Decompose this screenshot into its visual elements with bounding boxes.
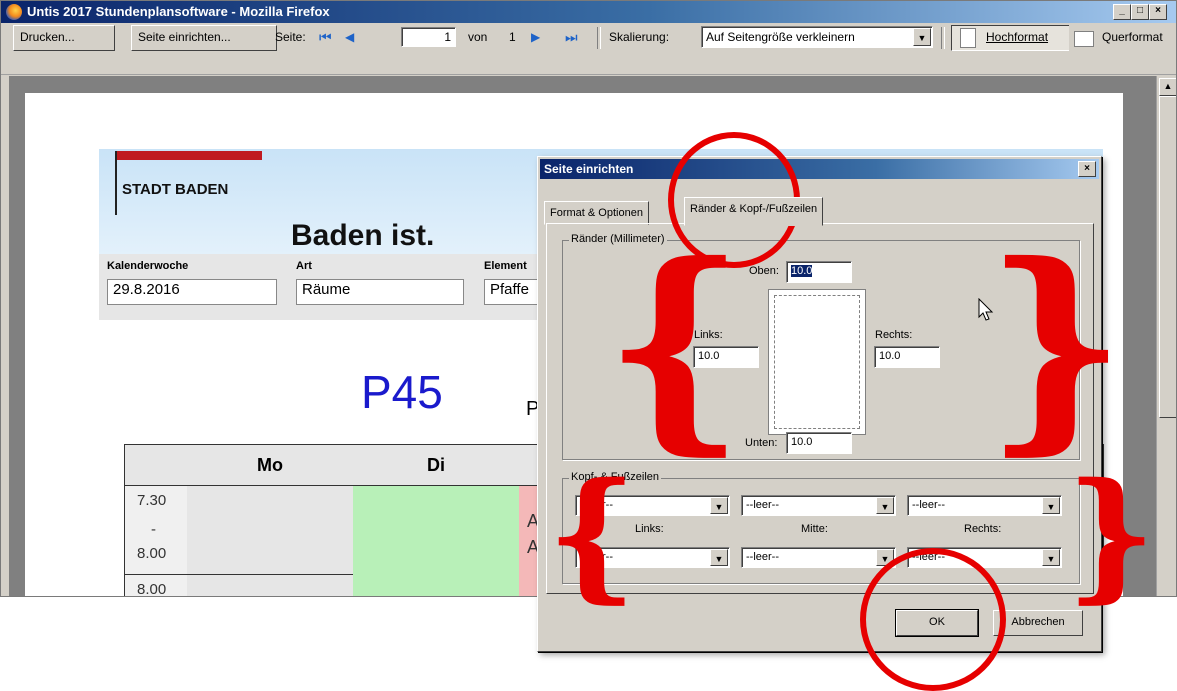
- header-center-select[interactable]: --leer-- ▼: [741, 495, 896, 516]
- scroll-thumb[interactable]: [1159, 96, 1176, 418]
- tab-margins-headers[interactable]: Ränder & Kopf-/Fußzeilen: [684, 197, 824, 226]
- type-label: Art: [296, 260, 312, 272]
- dialog-title: Seite einrichten: [544, 162, 634, 176]
- firefox-icon: [6, 4, 22, 20]
- toolbar-separator: [941, 27, 945, 49]
- chevron-down-icon[interactable]: ▼: [710, 549, 728, 566]
- portrait-button[interactable]: Hochformat: [951, 25, 1081, 51]
- right-margin-input[interactable]: 10.0: [874, 346, 940, 368]
- next-page-icon[interactable]: ▶: [531, 29, 540, 45]
- day-header-di: Di: [353, 445, 520, 486]
- brand-name: STADT BADEN: [122, 181, 229, 198]
- mo-column: [187, 486, 354, 596]
- prev-page-icon[interactable]: ◀: [345, 29, 354, 45]
- window-titlebar[interactable]: Untis 2017 Stundenplansoftware - Mozilla…: [1, 1, 1176, 23]
- annotation-brace-left-headers: {: [547, 453, 638, 617]
- print-button[interactable]: Drucken...: [13, 25, 115, 51]
- landscape-button[interactable]: Querformat: [1069, 25, 1176, 51]
- day-header-mo: Mo: [187, 445, 354, 486]
- column-right-label: Rechts:: [964, 523, 1002, 535]
- bottom-margin-input[interactable]: 10.0: [786, 432, 852, 454]
- chevron-down-icon[interactable]: ▼: [913, 28, 931, 46]
- headers-footers-group: Kopf- & Fußzeilen --leer-- ▼ --leer-- ▼ --…: [562, 471, 1080, 584]
- vertical-scrollbar[interactable]: ▲: [1156, 76, 1176, 596]
- chevron-down-icon[interactable]: ▼: [876, 497, 894, 514]
- scale-select[interactable]: Auf Seitengröße verkleinern ▼: [701, 26, 933, 48]
- scale-label: Skalierung:: [609, 30, 670, 44]
- element-value: Pfaffe: [484, 279, 544, 305]
- chevron-down-icon[interactable]: ▼: [710, 497, 728, 514]
- time-end: 8.00: [137, 545, 167, 562]
- scroll-up-icon[interactable]: ▲: [1159, 78, 1176, 96]
- page-setup-button[interactable]: Seite einrichten...: [131, 25, 277, 51]
- annotation-circle-ok: [860, 548, 1006, 691]
- close-icon[interactable]: ×: [1078, 161, 1096, 177]
- right-margin-label: Rechts:: [875, 329, 913, 341]
- of-label: von: [468, 30, 488, 44]
- brand-red-bar: [115, 151, 262, 160]
- chevron-down-icon[interactable]: ▼: [1042, 549, 1060, 566]
- portrait-page-icon: [960, 28, 976, 48]
- annotation-brace-left-margins: {: [604, 215, 746, 474]
- last-page-icon[interactable]: ⏭: [565, 29, 578, 45]
- page-count: 1: [509, 30, 516, 44]
- di-column: [353, 486, 520, 596]
- room-title: P45: [361, 366, 443, 418]
- week-value: 29.8.2016: [107, 279, 277, 305]
- brand-line: [115, 151, 117, 215]
- toolbar-separator: [597, 27, 601, 49]
- first-page-icon[interactable]: ⏮: [319, 29, 332, 45]
- landscape-page-icon: [1074, 31, 1094, 47]
- page-label: Seite:: [275, 30, 306, 44]
- page-number-input[interactable]: 1: [401, 27, 456, 47]
- footer-center-select[interactable]: --leer-- ▼: [741, 547, 896, 568]
- dialog-titlebar[interactable]: Seite einrichten ×: [540, 159, 1099, 179]
- time-dash: -: [151, 521, 156, 538]
- scale-select-value: Auf Seitengröße verkleinern: [706, 30, 855, 44]
- annotation-brace-right-headers: }: [1066, 453, 1157, 617]
- header-right-select[interactable]: --leer-- ▼: [907, 495, 1062, 516]
- column-center-label: Mitte:: [801, 523, 828, 535]
- annotation-brace-right-margins: }: [985, 215, 1127, 474]
- timetable-corner: [125, 445, 188, 486]
- margin-preview: [768, 289, 866, 435]
- type-value: Räume: [296, 279, 464, 305]
- row-divider: [125, 574, 187, 575]
- top-margin-label: Oben:: [749, 265, 779, 277]
- row-divider: [187, 574, 353, 575]
- bottom-margin-label: Unten:: [745, 437, 778, 449]
- column-left-label: Links:: [635, 523, 664, 535]
- slogan: Baden ist.: [291, 219, 435, 252]
- maximize-button[interactable]: □: [1131, 4, 1149, 20]
- top-margin-input[interactable]: 10.0: [786, 261, 852, 283]
- close-window-button[interactable]: ×: [1149, 4, 1167, 20]
- element-label: Element: [484, 260, 527, 272]
- time-next: 8.00: [137, 581, 167, 597]
- minimize-button[interactable]: _: [1113, 4, 1131, 20]
- week-label: Kalenderwoche: [107, 260, 189, 272]
- window-title: Untis 2017 Stundenplansoftware - Mozilla…: [27, 4, 330, 19]
- chevron-down-icon[interactable]: ▼: [1042, 497, 1060, 514]
- time-start: 7.30: [137, 492, 167, 509]
